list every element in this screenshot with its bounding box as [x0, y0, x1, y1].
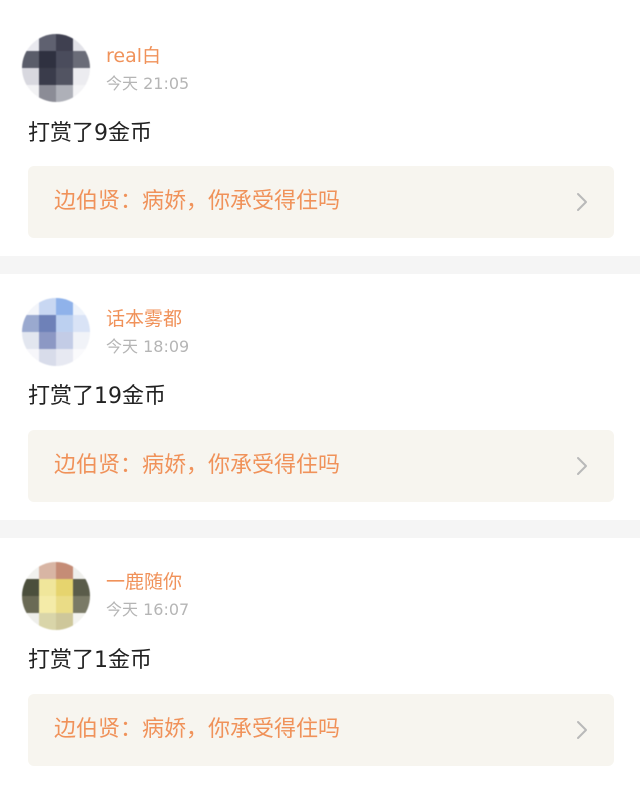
chevron-right-icon: [577, 721, 587, 739]
avatar[interactable]: [22, 34, 90, 102]
avatar-pixel: [73, 298, 90, 315]
avatar-pixel: [39, 349, 56, 366]
reward-post: 话本雾都 今天 18:09 打赏了19金币 边伯贤：病娇，你承受得住吗: [0, 274, 640, 530]
avatar-pixel: [73, 349, 90, 366]
timestamp: 今天 18:09: [106, 337, 190, 356]
avatar-pixel: [73, 85, 90, 102]
avatar-pixel: [73, 579, 90, 596]
avatar-pixel: [73, 315, 90, 332]
book-title: 边伯贤：病娇，你承受得住吗: [54, 189, 341, 214]
avatar-pixel: [22, 34, 39, 51]
avatar-pixel: [56, 85, 73, 102]
avatar-pixel: [39, 315, 56, 332]
reward-text: 打赏了1金币: [28, 648, 152, 673]
reward-post: real白 今天 21:05 打赏了9金币 边伯贤：病娇，你承受得住吗: [0, 0, 640, 256]
avatar-pixel: [39, 85, 56, 102]
avatar-pixel: [73, 51, 90, 68]
timestamp: 今天 16:07: [106, 600, 190, 619]
avatar-pixel: [39, 298, 56, 315]
avatar-pixel: [56, 298, 73, 315]
avatar[interactable]: [22, 298, 90, 366]
avatar-pixel: [22, 349, 39, 366]
book-link[interactable]: 边伯贤：病娇，你承受得住吗: [28, 166, 614, 238]
avatar-pixel: [56, 579, 73, 596]
avatar-pixel: [22, 613, 39, 630]
avatar-pixel: [39, 34, 56, 51]
book-link[interactable]: 边伯贤：病娇，你承受得住吗: [28, 430, 614, 502]
avatar-pixel: [39, 579, 56, 596]
book-link[interactable]: 边伯贤：病娇，你承受得住吗: [28, 694, 614, 766]
username[interactable]: 一鹿随你: [106, 571, 182, 593]
avatar-pixel: [56, 596, 73, 613]
post-divider: [0, 520, 640, 538]
avatar-pixel: [56, 349, 73, 366]
avatar-pixel: [39, 51, 56, 68]
avatar-pixel: [73, 332, 90, 349]
reward-post: 一鹿随你 今天 16:07 打赏了1金币 边伯贤：病娇，你承受得住吗: [0, 538, 640, 794]
avatar-pixel: [73, 34, 90, 51]
avatar-pixel: [56, 613, 73, 630]
avatar-pixel: [39, 562, 56, 579]
avatar-pixel: [56, 562, 73, 579]
reward-text: 打赏了19金币: [28, 384, 166, 409]
avatar-pixel: [22, 298, 39, 315]
avatar-pixel: [56, 68, 73, 85]
book-title: 边伯贤：病娇，你承受得住吗: [54, 717, 341, 742]
avatar-pixel: [22, 85, 39, 102]
avatar-pixel: [56, 315, 73, 332]
timestamp: 今天 21:05: [106, 74, 190, 93]
chevron-right-icon: [577, 457, 587, 475]
avatar-pixel: [39, 596, 56, 613]
avatar-pixel: [73, 562, 90, 579]
avatar-pixel: [56, 332, 73, 349]
username[interactable]: real白: [106, 45, 161, 67]
avatar-pixel: [22, 68, 39, 85]
avatar-pixel: [22, 596, 39, 613]
avatar-pixel: [73, 613, 90, 630]
avatar-pixel: [22, 562, 39, 579]
avatar-pixel: [39, 332, 56, 349]
avatar-pixel: [56, 34, 73, 51]
avatar-pixel: [22, 315, 39, 332]
chevron-right-icon: [577, 193, 587, 211]
avatar-pixel: [73, 68, 90, 85]
avatar-pixel: [22, 332, 39, 349]
avatar-pixel: [22, 579, 39, 596]
post-divider: [0, 256, 640, 274]
avatar-pixel: [22, 51, 39, 68]
avatar-pixel: [39, 68, 56, 85]
avatar-pixel: [56, 51, 73, 68]
avatar[interactable]: [22, 562, 90, 630]
avatar-pixel: [39, 613, 56, 630]
reward-text: 打赏了9金币: [28, 121, 152, 146]
book-title: 边伯贤：病娇，你承受得住吗: [54, 453, 341, 478]
avatar-pixel: [73, 596, 90, 613]
username[interactable]: 话本雾都: [106, 308, 182, 330]
